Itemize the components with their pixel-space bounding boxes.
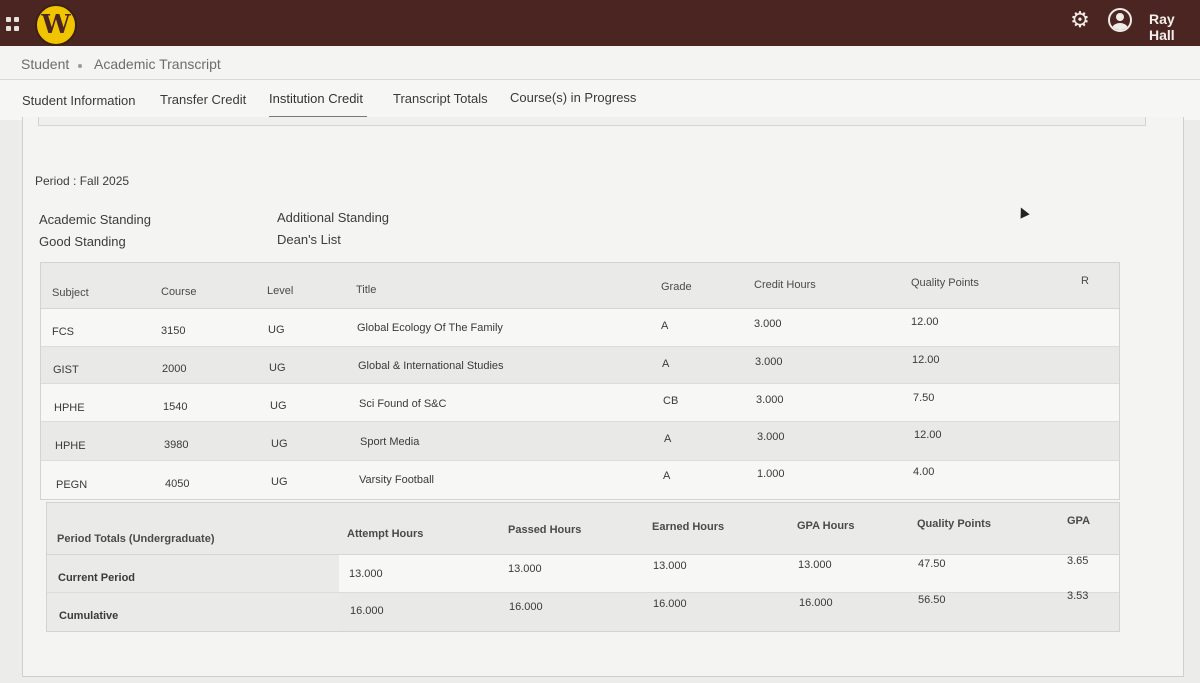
col-earned-hours: Earned Hours bbox=[652, 521, 725, 533]
cell-subject: GIST bbox=[53, 364, 79, 376]
cell-credit-hours: 3.000 bbox=[757, 431, 785, 443]
cell-level: UG bbox=[271, 476, 288, 488]
period-totals-table: Period Totals (Undergraduate) Attempt Ho… bbox=[46, 502, 1120, 632]
cell-course: 3980 bbox=[164, 439, 189, 451]
cell-credit-hours: 3.000 bbox=[754, 318, 782, 330]
table-row: PEGN 4050 UG Varsity Football A 1.000 4.… bbox=[41, 461, 1119, 499]
cell-quality-points: 56.50 bbox=[918, 594, 946, 606]
period-totals-header: Period Totals (Undergraduate) Attempt Ho… bbox=[47, 503, 1119, 555]
cell-quality-points: 7.50 bbox=[913, 392, 935, 404]
cell-grade: CB bbox=[663, 395, 679, 407]
col-attempt-hours: Attempt Hours bbox=[347, 528, 424, 540]
cell-period-label: Current Period bbox=[58, 572, 136, 584]
tab-transcript-totals[interactable]: Transcript Totals bbox=[393, 91, 488, 106]
cell-title: Varsity Football bbox=[359, 474, 434, 486]
tab-bar: Student Information Transfer Credit Inst… bbox=[0, 80, 1200, 120]
top-bar: W ⚙ Ray Hall bbox=[0, 0, 1200, 46]
col-passed-hours: Passed Hours bbox=[508, 524, 582, 536]
tab-courses-in-progress[interactable]: Course(s) in Progress bbox=[510, 90, 636, 105]
col-subject: Subject bbox=[52, 287, 89, 299]
panel-divider bbox=[38, 117, 1146, 126]
cell-attempt-hours: 16.000 bbox=[350, 605, 384, 617]
col-period-totals: Period Totals (Undergraduate) bbox=[57, 533, 215, 545]
cell-credit-hours: 3.000 bbox=[755, 356, 783, 368]
period-label: Period : Fall 2025 bbox=[35, 174, 130, 188]
cell-credit-hours: 1.000 bbox=[757, 468, 785, 480]
cell-subject: HPHE bbox=[54, 402, 85, 414]
cell-grade: A bbox=[663, 470, 671, 482]
cell-level: UG bbox=[270, 400, 287, 412]
col-course: Course bbox=[161, 286, 197, 298]
cell-course: 1540 bbox=[163, 401, 188, 413]
cell-level: UG bbox=[269, 362, 286, 374]
cell-grade: A bbox=[661, 320, 669, 332]
cell-course: 4050 bbox=[165, 478, 190, 490]
tab-transfer-credit[interactable]: Transfer Credit bbox=[160, 92, 246, 107]
col-gpa-hours: GPA Hours bbox=[797, 520, 855, 532]
col-credit-hours: Credit Hours bbox=[754, 279, 816, 291]
breadcrumb: Student Academic Transcript bbox=[0, 46, 1200, 80]
cell-gpa: 3.53 bbox=[1067, 590, 1089, 602]
cell-gpa: 3.65 bbox=[1067, 555, 1089, 567]
table-row: Cumulative 16.000 16.000 16.000 16.000 5… bbox=[47, 590, 1119, 631]
col-gpa: GPA bbox=[1067, 515, 1091, 527]
cell-passed-hours: 16.000 bbox=[509, 601, 543, 613]
cell-period-label: Cumulative bbox=[59, 610, 119, 622]
cell-course: 2000 bbox=[162, 363, 187, 375]
breadcrumb-separator bbox=[78, 64, 82, 68]
col-r: R bbox=[1081, 275, 1089, 287]
tab-institution-credit[interactable]: Institution Credit bbox=[269, 91, 363, 106]
cell-level: UG bbox=[268, 324, 285, 336]
table-row: Current Period 13.000 13.000 13.000 13.0… bbox=[47, 555, 1119, 593]
cell-course: 3150 bbox=[161, 325, 186, 337]
additional-standing-value: Dean's List bbox=[277, 232, 341, 247]
cell-quality-points: 12.00 bbox=[914, 429, 942, 441]
cell-title: Global & International Studies bbox=[358, 360, 504, 372]
cell-subject: HPHE bbox=[55, 440, 86, 452]
apps-grid-icon[interactable] bbox=[6, 17, 20, 31]
cell-quality-points: 12.00 bbox=[911, 316, 939, 328]
additional-standing-label: Additional Standing bbox=[277, 210, 390, 225]
breadcrumb-current: Academic Transcript bbox=[94, 56, 221, 72]
tab-student-information[interactable]: Student Information bbox=[22, 93, 135, 108]
cell-attempt-hours: 13.000 bbox=[349, 568, 383, 580]
table-row: HPHE 1540 UG Sci Found of S&C CB 3.000 7… bbox=[41, 384, 1119, 422]
cell-quality-points: 12.00 bbox=[912, 354, 940, 366]
col-grade: Grade bbox=[661, 281, 692, 293]
col-total-quality-points: Quality Points bbox=[917, 518, 991, 530]
cell-quality-points: 4.00 bbox=[913, 466, 935, 478]
university-logo[interactable]: W bbox=[35, 4, 77, 46]
cell-level: UG bbox=[271, 438, 288, 450]
cell-credit-hours: 3.000 bbox=[756, 394, 784, 406]
cell-gpa-hours: 16.000 bbox=[799, 597, 833, 609]
cell-title: Global Ecology Of The Family bbox=[357, 322, 503, 334]
table-row: FCS 3150 UG Global Ecology Of The Family… bbox=[41, 309, 1119, 347]
table-row: GIST 2000 UG Global & International Stud… bbox=[41, 347, 1119, 384]
cell-grade: A bbox=[662, 358, 670, 370]
user-avatar-icon[interactable] bbox=[1108, 8, 1132, 32]
cell-subject: PEGN bbox=[56, 479, 88, 491]
cell-passed-hours: 13.000 bbox=[508, 563, 542, 575]
breadcrumb-root[interactable]: Student bbox=[21, 56, 69, 72]
cell-title: Sci Found of S&C bbox=[359, 398, 447, 410]
col-quality-points: Quality Points bbox=[911, 277, 979, 289]
cell-title: Sport Media bbox=[360, 436, 420, 448]
table-row: HPHE 3980 UG Sport Media A 3.000 12.00 bbox=[41, 422, 1119, 461]
academic-standing-label: Academic Standing bbox=[39, 212, 152, 227]
user-name[interactable]: Ray Hall bbox=[1149, 11, 1200, 43]
course-table-header: Subject Course Level Title Grade Credit … bbox=[41, 263, 1119, 309]
cell-earned-hours: 16.000 bbox=[653, 598, 687, 610]
col-title: Title bbox=[356, 284, 377, 296]
col-level: Level bbox=[267, 285, 294, 297]
academic-standing-value: Good Standing bbox=[39, 234, 126, 249]
cell-earned-hours: 13.000 bbox=[653, 560, 687, 572]
cell-quality-points: 47.50 bbox=[918, 558, 946, 570]
cell-subject: FCS bbox=[52, 326, 74, 338]
cell-gpa-hours: 13.000 bbox=[798, 559, 832, 571]
cell-grade: A bbox=[664, 433, 672, 445]
gear-icon[interactable]: ⚙ bbox=[1068, 8, 1092, 32]
course-table: Subject Course Level Title Grade Credit … bbox=[40, 262, 1120, 500]
